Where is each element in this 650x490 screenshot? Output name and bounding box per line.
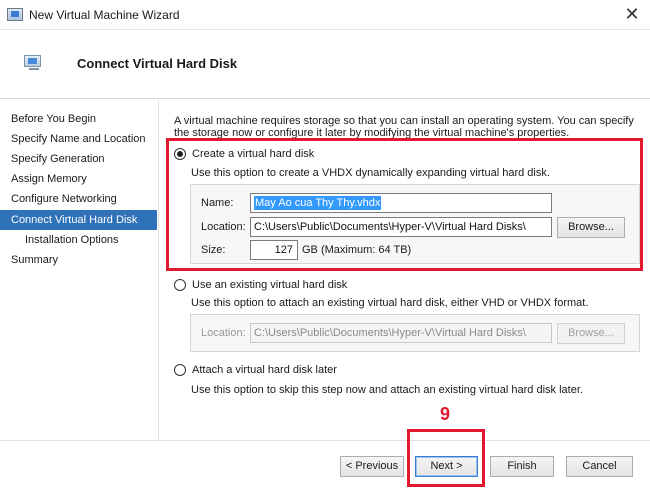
attach-later-description: Use this option to skip this step now an… <box>191 384 583 396</box>
sidebar-item-summary[interactable]: Summary <box>0 250 157 270</box>
wizard-header: Connect Virtual Hard Disk <box>0 31 650 99</box>
use-existing-vhd-label[interactable]: Use an existing virtual hard disk <box>192 279 347 291</box>
use-existing-vhd-radio[interactable] <box>174 279 186 291</box>
close-icon[interactable]: ✕ <box>620 3 644 27</box>
page-title: Connect Virtual Hard Disk <box>77 56 238 71</box>
existing-location-field: C:\Users\Public\Documents\Hyper-V\Virtua… <box>250 323 552 343</box>
previous-button[interactable]: < Previous <box>340 456 404 477</box>
sidebar-item-specify-name-and-location[interactable]: Specify Name and Location <box>0 129 157 149</box>
attach-later-radio[interactable] <box>174 364 186 376</box>
window-title: New Virtual Machine Wizard <box>29 8 180 22</box>
sidebar-item-installation-options[interactable]: Installation Options <box>0 230 157 250</box>
intro-text: A virtual machine requires storage so th… <box>174 115 634 139</box>
existing-browse-button: Browse... <box>557 323 625 344</box>
hyper-v-app-icon <box>7 8 23 21</box>
sidebar-item-before-you-begin[interactable]: Before You Begin <box>0 109 157 129</box>
sidebar-item-specify-generation[interactable]: Specify Generation <box>0 149 157 169</box>
step-number-annotation: 9 <box>440 404 451 424</box>
wizard-steps-sidebar: Before You Begin Specify Name and Locati… <box>0 100 159 440</box>
sidebar-item-assign-memory[interactable]: Assign Memory <box>0 169 157 189</box>
finish-button[interactable]: Finish <box>490 456 554 477</box>
sidebar-item-connect-virtual-hard-disk[interactable]: Connect Virtual Hard Disk <box>0 210 157 230</box>
create-vhd-highlight-box <box>166 138 643 271</box>
use-existing-vhd-description: Use this option to attach an existing vi… <box>191 297 589 309</box>
attach-later-label[interactable]: Attach a virtual hard disk later <box>192 364 337 376</box>
virtual-hard-disk-icon <box>24 55 41 70</box>
sidebar-item-configure-networking[interactable]: Configure Networking <box>0 189 157 209</box>
title-bar: New Virtual Machine Wizard ✕ <box>0 0 650 30</box>
cancel-button[interactable]: Cancel <box>566 456 633 477</box>
existing-location-label: Location: <box>201 327 246 339</box>
use-existing-vhd-fields-group: Location: C:\Users\Public\Documents\Hype… <box>190 314 640 352</box>
next-button-highlight-box <box>407 429 485 487</box>
